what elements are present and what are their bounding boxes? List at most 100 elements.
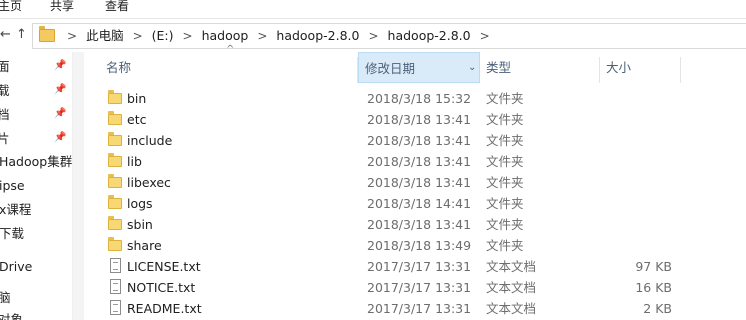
column-header: 名称 修改日期 ⌄ 类型 大小 — [84, 52, 746, 83]
sidebar-item-this-pc[interactable]: 脑 — [0, 288, 11, 308]
file-date: 2018/3/18 14:41 — [367, 196, 472, 211]
pin-icon[interactable]: 📌 — [54, 132, 66, 143]
file-size: 2 KB — [643, 301, 672, 316]
file-type: 文件夹 — [486, 175, 524, 190]
sidebar-item[interactable]: 档 — [0, 105, 10, 125]
file-name: README.txt — [127, 301, 202, 316]
tab-home[interactable]: 主页 — [0, 0, 22, 13]
file-name: libexec — [127, 175, 171, 190]
folder-icon — [108, 153, 122, 167]
file-name: bin — [127, 91, 147, 106]
file-type: 文本文档 — [486, 259, 537, 274]
tab-share[interactable]: 共享 — [50, 0, 74, 13]
file-date: 2018/3/18 13:41 — [367, 154, 472, 169]
column-date[interactable]: 修改日期 — [358, 52, 480, 83]
sidebar-item-onedrive[interactable]: Drive — [0, 257, 32, 277]
file-name: share — [127, 238, 162, 253]
file-type: 文件夹 — [486, 154, 524, 169]
column-size[interactable]: 大小 — [600, 52, 680, 83]
list-item[interactable]: sbin 2018/3/18 13:41 文件夹 — [84, 214, 746, 235]
file-type: 文件夹 — [486, 91, 524, 106]
folder-icon — [108, 237, 122, 251]
pin-icon[interactable]: 📌 — [54, 84, 66, 95]
file-name: sbin — [127, 217, 153, 232]
file-type: 文件夹 — [486, 238, 524, 253]
list-item[interactable]: logs 2018/3/18 14:41 文件夹 — [84, 193, 746, 214]
file-size: 16 KB — [635, 280, 672, 295]
file-name: lib — [127, 154, 142, 169]
file-name: LICENSE.txt — [127, 259, 201, 274]
list-item[interactable]: README.txt 2017/3/17 13:31 文本文档 2 KB — [84, 298, 746, 319]
list-item[interactable]: LICENSE.txt 2017/3/17 13:31 文本文档 97 KB — [84, 256, 746, 277]
file-date: 2018/3/18 15:32 — [367, 91, 472, 106]
file-size: 97 KB — [635, 259, 672, 274]
crumb-hadoop-2-8-0-current[interactable]: hadoop-2.8.0 — [388, 28, 471, 44]
file-date: 2018/3/18 13:41 — [367, 112, 472, 127]
sidebar-item[interactable]: 载 — [0, 81, 10, 101]
crumb-this-pc[interactable]: 此电脑 — [86, 28, 124, 44]
list-item[interactable]: include 2018/3/18 13:41 文件夹 — [84, 130, 746, 151]
list-item[interactable]: etc 2018/3/18 13:41 文件夹 — [84, 109, 746, 130]
crumb-hadoop-2-8-0[interactable]: hadoop-2.8.0 — [276, 28, 359, 44]
text-file-icon — [110, 279, 121, 294]
crumb-drive-e[interactable]: (E:) — [152, 28, 174, 44]
file-type: 文件夹 — [486, 217, 524, 232]
file-type: 文本文档 — [486, 280, 537, 295]
folder-icon — [108, 132, 122, 146]
file-date: 2018/3/18 13:49 — [367, 238, 472, 253]
sidebar-item[interactable]: 面 — [0, 57, 10, 77]
chevron-right-icon: > — [67, 29, 78, 43]
pin-icon[interactable]: 📌 — [54, 108, 66, 119]
folder-icon — [108, 111, 122, 125]
column-date-label: 修改日期 — [365, 61, 416, 76]
sidebar-item[interactable]: 对象 — [0, 310, 23, 320]
file-date: 2018/3/18 13:41 — [367, 133, 472, 148]
file-date: 2018/3/18 13:41 — [367, 175, 472, 190]
chevron-right-icon[interactable]: > — [368, 28, 378, 44]
file-date: 2017/3/17 13:31 — [367, 259, 472, 274]
chevron-right-icon[interactable]: > — [480, 28, 490, 44]
navigation-pane: 面 📌 载 📌 档 📌 片 📌 Hadoop集群 ipse x课程 下载 Dri… — [0, 52, 73, 320]
list-item[interactable]: lib 2018/3/18 13:41 文件夹 — [84, 151, 746, 172]
chevron-right-icon[interactable]: > — [257, 28, 267, 44]
crumb-hadoop[interactable]: hadoop — [202, 28, 249, 44]
list-item[interactable]: NOTICE.txt 2017/3/17 13:31 文本文档 16 KB — [84, 277, 746, 298]
column-name[interactable]: 名称 — [100, 52, 350, 83]
list-item[interactable]: libexec 2018/3/18 13:41 文件夹 — [84, 172, 746, 193]
file-type: 文件夹 — [486, 112, 524, 127]
file-date: 2017/3/17 13:31 — [367, 301, 472, 316]
folder-icon — [108, 216, 122, 230]
folder-icon — [39, 26, 55, 42]
text-file-icon — [110, 258, 121, 273]
column-divider[interactable] — [680, 57, 681, 83]
file-type: 文本文档 — [486, 301, 537, 316]
folder-icon — [108, 195, 122, 209]
tab-view[interactable]: 查看 — [105, 0, 129, 13]
pin-icon[interactable]: 📌 — [54, 60, 66, 71]
address-bar[interactable]: > 此电脑 > (E:) > hadoop > hadoop-2.8.0 > hadoop-2.8… — [32, 23, 746, 49]
text-file-icon — [110, 300, 121, 315]
file-name: logs — [127, 196, 153, 211]
file-type: 文件夹 — [486, 196, 524, 211]
breadcrumb: > 此电脑 > (E:) > hadoop > hadoop-2.8.0 > hadoop-2.8… — [59, 28, 499, 44]
address-row: ← ↑ > 此电脑 > (E:) > hadoop > hadoop-2.8.0 > hadoop… — [0, 19, 746, 51]
list-item[interactable]: share 2018/3/18 13:49 文件夹 — [84, 235, 746, 256]
sidebar-item-downloads[interactable]: 下载 — [0, 224, 24, 244]
back-icon[interactable]: ← — [0, 27, 11, 43]
file-date: 2018/3/18 13:41 — [367, 217, 472, 232]
chevron-down-icon[interactable]: ⌄ — [468, 52, 476, 83]
file-type: 文件夹 — [486, 133, 524, 148]
sidebar-item-hadoop-cluster[interactable]: Hadoop集群 — [0, 152, 72, 172]
sidebar-item[interactable]: ipse — [0, 176, 25, 196]
chevron-right-icon[interactable]: > — [183, 28, 193, 44]
up-icon[interactable]: ↑ — [16, 27, 27, 43]
nav-scrollbar[interactable] — [73, 52, 84, 320]
file-name: NOTICE.txt — [127, 280, 196, 295]
file-name: etc — [127, 112, 147, 127]
sidebar-item[interactable]: 片 — [0, 129, 10, 149]
file-name: include — [127, 133, 173, 148]
column-type[interactable]: 类型 — [480, 52, 599, 83]
sidebar-item[interactable]: x课程 — [0, 200, 31, 220]
list-item[interactable]: bin 2018/3/18 15:32 文件夹 — [84, 88, 746, 109]
chevron-right-icon[interactable]: > — [133, 28, 143, 44]
